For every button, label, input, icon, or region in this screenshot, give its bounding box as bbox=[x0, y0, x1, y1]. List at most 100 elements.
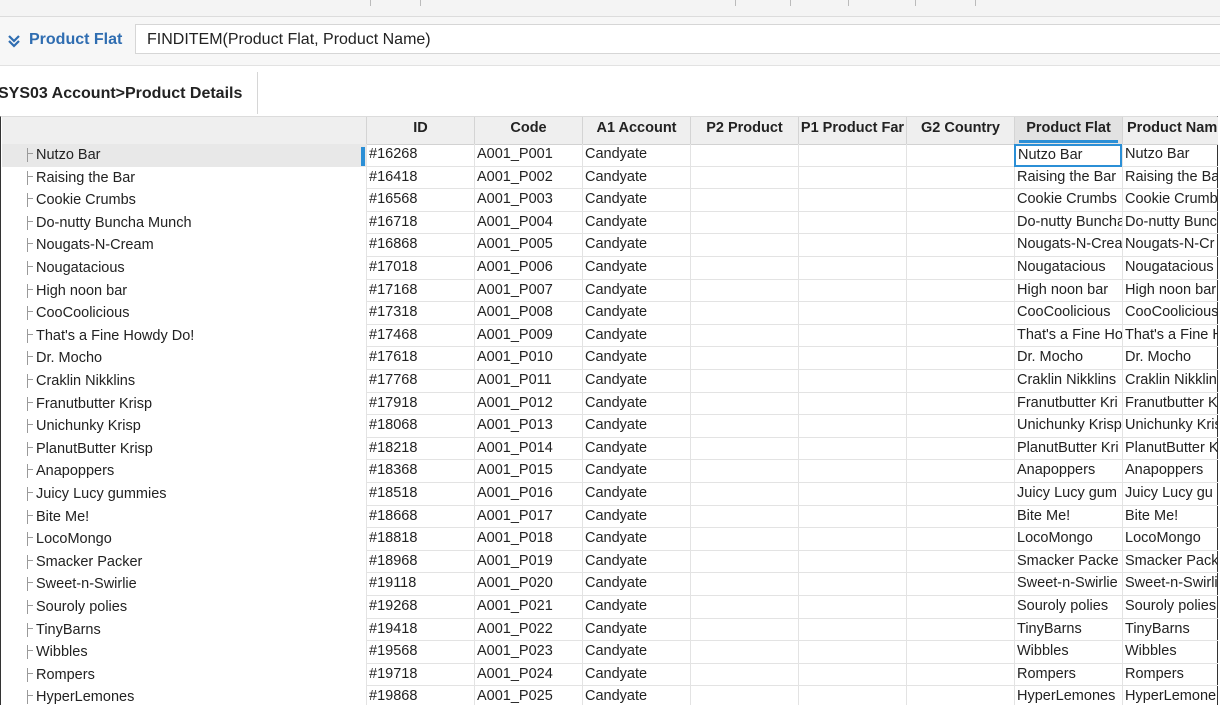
cell-flat[interactable]: Juicy Lucy gum bbox=[1014, 483, 1122, 506]
cell-code[interactable]: A001_P010 bbox=[474, 347, 582, 370]
cell-a1[interactable]: Candyate bbox=[582, 144, 690, 167]
view-title-tab[interactable]: SYS03 Account>Product Details bbox=[0, 72, 258, 114]
cell-p2[interactable] bbox=[690, 370, 798, 393]
cell-g2[interactable] bbox=[906, 528, 1014, 551]
cell-id[interactable]: #17768 bbox=[366, 370, 474, 393]
cell-id[interactable]: #16718 bbox=[366, 211, 474, 235]
cell-a1[interactable]: Candyate bbox=[582, 392, 690, 416]
cell-flat[interactable]: PlanutButter Kri bbox=[1014, 437, 1122, 461]
cell-a1[interactable]: Candyate bbox=[582, 550, 690, 574]
cell-id[interactable]: #18218 bbox=[366, 437, 474, 461]
cell-id[interactable]: #16868 bbox=[366, 234, 474, 257]
cell-a1[interactable]: Candyate bbox=[582, 641, 690, 664]
tree-row[interactable]: High noon bar bbox=[2, 280, 366, 303]
cell-name[interactable]: Franutbutter K bbox=[1122, 392, 1218, 416]
cell-flat[interactable]: Rompers bbox=[1014, 663, 1122, 687]
cell-flat[interactable]: TinyBarns bbox=[1014, 618, 1122, 642]
cell-p1[interactable] bbox=[798, 596, 906, 619]
tree-row[interactable]: Do-nutty Buncha Munch bbox=[2, 212, 366, 235]
cell-name[interactable]: That's a Fine H bbox=[1122, 324, 1218, 348]
cell-p1[interactable] bbox=[798, 573, 906, 596]
tree-row[interactable]: Nutzo Bar bbox=[2, 144, 366, 167]
cell-code[interactable]: A001_P004 bbox=[474, 211, 582, 235]
column-header-name[interactable]: Product Nam bbox=[1122, 117, 1218, 144]
cell-code[interactable]: A001_P014 bbox=[474, 437, 582, 461]
cell-flat[interactable]: Raising the Bar bbox=[1014, 166, 1122, 190]
cell-p2[interactable] bbox=[690, 550, 798, 574]
cell-id[interactable]: #18518 bbox=[366, 483, 474, 506]
cell-g2[interactable] bbox=[906, 370, 1014, 393]
cell-p1[interactable] bbox=[798, 257, 906, 280]
cell-flat[interactable]: Anapoppers bbox=[1014, 460, 1122, 483]
tree-row[interactable]: That's a Fine Howdy Do! bbox=[2, 325, 366, 348]
cell-flat[interactable]: Unichunky Krisp bbox=[1014, 415, 1122, 438]
cell-g2[interactable] bbox=[906, 437, 1014, 461]
cell-g2[interactable] bbox=[906, 460, 1014, 483]
cell-id[interactable]: #19268 bbox=[366, 596, 474, 619]
cell-a1[interactable]: Candyate bbox=[582, 370, 690, 393]
tree-row[interactable]: HyperLemones bbox=[2, 686, 366, 705]
tree-row[interactable]: Bite Me! bbox=[2, 506, 366, 529]
cell-p1[interactable] bbox=[798, 279, 906, 303]
cell-flat[interactable]: High noon bar bbox=[1014, 279, 1122, 303]
cell-name[interactable]: Sweet-n-Swirli bbox=[1122, 573, 1218, 596]
cell-id[interactable]: #17618 bbox=[366, 347, 474, 370]
cell-p2[interactable] bbox=[690, 437, 798, 461]
cell-g2[interactable] bbox=[906, 505, 1014, 529]
tree-row[interactable]: Cookie Crumbs bbox=[2, 189, 366, 212]
cell-id[interactable]: #19868 bbox=[366, 686, 474, 705]
cell-p1[interactable] bbox=[798, 370, 906, 393]
cell-p2[interactable] bbox=[690, 528, 798, 551]
cell-g2[interactable] bbox=[906, 686, 1014, 705]
cell-code[interactable]: A001_P011 bbox=[474, 370, 582, 393]
cell-flat[interactable]: HyperLemones bbox=[1014, 686, 1122, 705]
cell-a1[interactable]: Candyate bbox=[582, 234, 690, 257]
tree-row[interactable]: Rompers bbox=[2, 664, 366, 687]
cell-a1[interactable]: Candyate bbox=[582, 189, 690, 212]
cell-code[interactable]: A001_P024 bbox=[474, 663, 582, 687]
cell-g2[interactable] bbox=[906, 302, 1014, 325]
cell-code[interactable]: A001_P013 bbox=[474, 415, 582, 438]
cell-p2[interactable] bbox=[690, 686, 798, 705]
cell-flat[interactable]: LocoMongo bbox=[1014, 528, 1122, 551]
cell-code[interactable]: A001_P019 bbox=[474, 550, 582, 574]
cell-p1[interactable] bbox=[798, 460, 906, 483]
cell-id[interactable]: #19118 bbox=[366, 573, 474, 596]
cell-p2[interactable] bbox=[690, 483, 798, 506]
cell-a1[interactable]: Candyate bbox=[582, 437, 690, 461]
column-header-g2[interactable]: G2 Country bbox=[906, 117, 1014, 144]
cell-p2[interactable] bbox=[690, 324, 798, 348]
cell-code[interactable]: A001_P023 bbox=[474, 641, 582, 664]
cell-p1[interactable] bbox=[798, 618, 906, 642]
tree-row[interactable]: Nougats-N-Cream bbox=[2, 234, 366, 257]
column-header-code[interactable]: Code bbox=[474, 117, 582, 144]
cell-code[interactable]: A001_P001 bbox=[474, 144, 582, 167]
cell-p2[interactable] bbox=[690, 596, 798, 619]
cell-name[interactable]: HyperLemone bbox=[1122, 686, 1218, 705]
cell-flat[interactable]: Wibbles bbox=[1014, 641, 1122, 664]
cell-id[interactable]: #17318 bbox=[366, 302, 474, 325]
tree-row[interactable]: Juicy Lucy gummies bbox=[2, 483, 366, 506]
cell-flat[interactable]: That's a Fine Ho bbox=[1014, 324, 1122, 348]
cell-a1[interactable]: Candyate bbox=[582, 279, 690, 303]
cell-name[interactable]: Unichunky Kris bbox=[1122, 415, 1218, 438]
cell-id[interactable]: #18368 bbox=[366, 460, 474, 483]
cell-code[interactable]: A001_P005 bbox=[474, 234, 582, 257]
column-header-id[interactable]: ID bbox=[366, 117, 474, 144]
tree-row[interactable]: TinyBarns bbox=[2, 619, 366, 642]
cell-code[interactable]: A001_P003 bbox=[474, 189, 582, 212]
cell-id[interactable]: #19718 bbox=[366, 663, 474, 687]
cell-name[interactable]: Wibbles bbox=[1122, 641, 1218, 664]
cell-code[interactable]: A001_P012 bbox=[474, 392, 582, 416]
cell-code[interactable]: A001_P025 bbox=[474, 686, 582, 705]
cell-p2[interactable] bbox=[690, 641, 798, 664]
cell-p1[interactable] bbox=[798, 550, 906, 574]
cell-id[interactable]: #18968 bbox=[366, 550, 474, 574]
cell-name[interactable]: Rompers bbox=[1122, 663, 1218, 687]
cell-g2[interactable] bbox=[906, 596, 1014, 619]
cell-name[interactable]: Souroly polies bbox=[1122, 596, 1218, 619]
cell-id[interactable]: #18818 bbox=[366, 528, 474, 551]
tree-row[interactable]: Souroly polies bbox=[2, 596, 366, 619]
cell-id[interactable]: #17018 bbox=[366, 257, 474, 280]
cell-g2[interactable] bbox=[906, 663, 1014, 687]
